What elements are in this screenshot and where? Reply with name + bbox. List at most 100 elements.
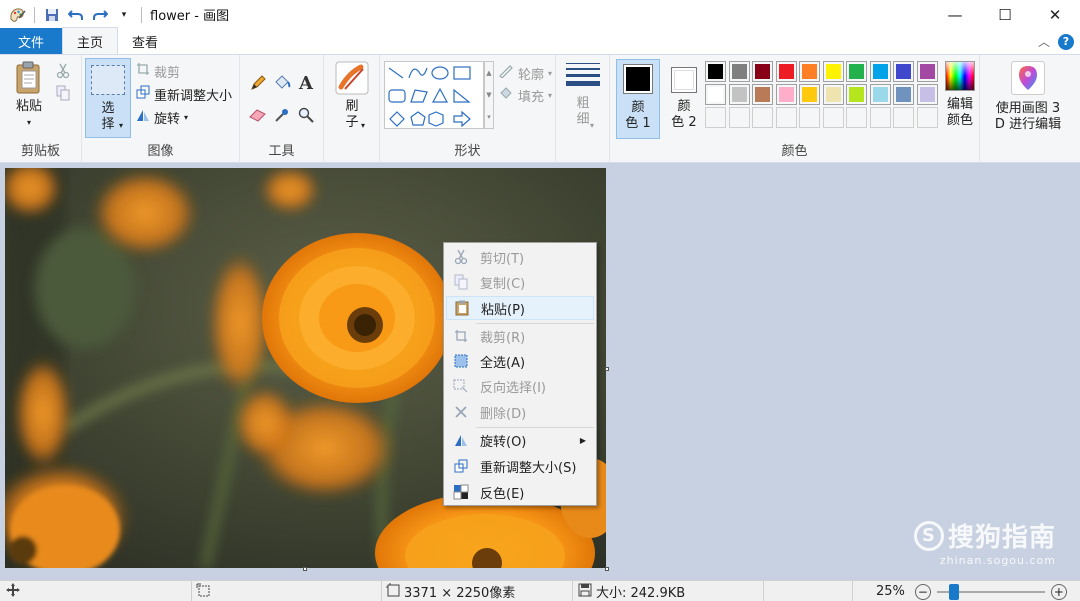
menu-item-paste[interactable]: 粘贴(P) <box>446 296 594 320</box>
shapes-gallery[interactable] <box>384 61 484 129</box>
paste-button[interactable]: 粘贴 ▾ <box>8 61 50 131</box>
eraser-icon[interactable] <box>248 105 268 125</box>
shapes-gallery-icons <box>388 66 471 128</box>
resize-handle-corner[interactable] <box>605 567 609 571</box>
palette-swatch[interactable] <box>705 61 726 82</box>
pencil-icon[interactable] <box>248 73 268 93</box>
scroll-down-icon[interactable]: ▼ <box>486 91 491 99</box>
resize-handle-bottom[interactable] <box>303 567 307 571</box>
paint3d-button[interactable]: 使用画图 3 D 进行编辑 <box>984 61 1072 133</box>
menu-item-cut[interactable]: 剪切(T) <box>446 245 594 269</box>
fill-button[interactable]: 填充 ▾ <box>498 85 552 105</box>
palette-swatch[interactable] <box>775 84 797 105</box>
rotate-button[interactable]: 旋转 ▾ <box>136 107 188 127</box>
color2-fill <box>674 70 694 90</box>
palette-swatch-empty[interactable] <box>916 107 938 128</box>
help-icon[interactable]: ? <box>1058 33 1074 50</box>
brush-dropdown-icon[interactable]: ▾ <box>361 121 365 130</box>
palette-swatch-empty[interactable] <box>752 107 773 128</box>
outline-button[interactable]: 轮廓 ▾ <box>498 63 552 83</box>
resize-button[interactable]: 重新调整大小 <box>136 84 232 104</box>
palette-swatch[interactable] <box>822 84 844 105</box>
menu-item-invert-selection[interactable]: 反向选择(I) <box>446 374 594 398</box>
palette-swatch-empty[interactable] <box>822 107 844 128</box>
size-dropdown-icon[interactable]: ▾ <box>590 121 594 130</box>
palette-swatch[interactable] <box>705 84 726 105</box>
tab-view[interactable]: 查看 <box>118 28 172 54</box>
crop-button[interactable]: 裁剪 <box>136 61 180 81</box>
palette-swatch[interactable] <box>822 61 844 82</box>
palette-swatch[interactable] <box>728 61 750 82</box>
select-dropdown-icon[interactable]: ▾ <box>119 121 123 130</box>
menu-item-delete[interactable]: 删除(D) <box>446 400 594 424</box>
zoom-in-button[interactable]: + <box>1050 583 1067 600</box>
palette-swatch-empty[interactable] <box>728 107 750 128</box>
color1-button[interactable]: 颜 色 1 <box>616 59 660 139</box>
menu-item-resize[interactable]: 重新调整大小(S) <box>446 454 594 478</box>
palette-swatch[interactable] <box>869 61 891 82</box>
shapes-scrollbar[interactable]: ▲ ▼ ▾ <box>484 61 494 129</box>
palette-swatch[interactable] <box>752 84 773 105</box>
palette-swatch[interactable] <box>916 84 938 105</box>
edit-colors-button[interactable]: 编辑 颜色 <box>940 61 980 129</box>
brushes-button[interactable]: 刷 子 <box>330 61 374 131</box>
palette-swatch-empty[interactable] <box>893 107 914 128</box>
palette-swatch[interactable] <box>799 84 820 105</box>
palette-swatch[interactable] <box>869 84 891 105</box>
palette-swatch-empty[interactable] <box>869 107 891 128</box>
zoom-slider-thumb[interactable] <box>948 583 959 600</box>
palette-swatch-empty[interactable] <box>799 107 820 128</box>
fill-bucket-icon[interactable] <box>272 73 292 93</box>
tab-home[interactable]: 主页 <box>62 27 119 54</box>
redo-icon[interactable] <box>91 6 109 24</box>
palette-swatch[interactable] <box>893 61 914 82</box>
palette-swatch[interactable] <box>846 84 867 105</box>
palette-swatch[interactable] <box>916 61 938 82</box>
palette-swatch[interactable] <box>728 84 750 105</box>
palette-swatch-empty[interactable] <box>846 107 867 128</box>
close-button[interactable]: ✕ <box>1030 0 1080 29</box>
size-button[interactable]: 粗 细 <box>562 63 604 128</box>
collapse-ribbon-icon[interactable]: ︿ <box>1038 33 1050 50</box>
customize-qat-icon[interactable]: ▾ <box>115 6 133 24</box>
select-button[interactable]: 选 择 <box>85 58 131 138</box>
colors-group-label: 颜色 <box>781 144 808 159</box>
palette-swatch[interactable] <box>846 61 867 82</box>
menu-item-crop[interactable]: 裁剪(R) <box>446 324 594 348</box>
move-cursor-icon <box>6 582 20 601</box>
palette-swatch[interactable] <box>752 61 773 82</box>
resize-handle-right[interactable] <box>605 367 609 371</box>
zoom-out-button[interactable]: − <box>914 583 931 600</box>
palette-swatch[interactable] <box>799 61 820 82</box>
color2-button[interactable]: 颜 色 2 <box>662 59 706 139</box>
text-tool-icon[interactable]: A <box>296 73 316 94</box>
cut-icon[interactable] <box>56 63 70 79</box>
color-picker-icon[interactable] <box>272 105 292 125</box>
save-icon[interactable] <box>43 6 61 24</box>
magnifier-icon[interactable] <box>296 105 316 125</box>
zoom-slider[interactable] <box>936 583 1045 600</box>
minimize-button[interactable]: — <box>930 0 980 29</box>
maximize-button[interactable]: ☐ <box>980 0 1030 29</box>
select-all-icon <box>448 354 474 368</box>
menu-item-copy[interactable]: 复制(C) <box>446 270 594 294</box>
palette-swatch-empty[interactable] <box>775 107 797 128</box>
copy-icon[interactable] <box>56 85 70 101</box>
menu-item-rotate[interactable]: 旋转(O) ▶ <box>446 428 594 452</box>
menu-item-select-all[interactable]: 全选(A) <box>446 349 594 373</box>
paste-dropdown-icon[interactable]: ▾ <box>27 115 31 131</box>
palette-swatch[interactable] <box>893 84 914 105</box>
tools-group-label: 工具 <box>268 144 295 159</box>
paint-app-icon[interactable] <box>8 6 26 24</box>
palette-swatch[interactable] <box>775 61 797 82</box>
select-label-2: 择 <box>101 117 115 132</box>
status-separator <box>381 581 382 601</box>
undo-icon[interactable] <box>67 6 85 24</box>
scroll-up-icon[interactable]: ▲ <box>486 69 491 77</box>
expand-gallery-icon[interactable]: ▾ <box>487 113 491 121</box>
palette-swatch-color <box>802 64 817 79</box>
menu-item-invert-color[interactable]: 反色(E) <box>446 480 594 504</box>
palette-swatch-empty[interactable] <box>705 107 726 128</box>
menu-item-label: 反色(E) <box>480 486 525 502</box>
tab-file[interactable]: 文件 <box>0 28 62 54</box>
